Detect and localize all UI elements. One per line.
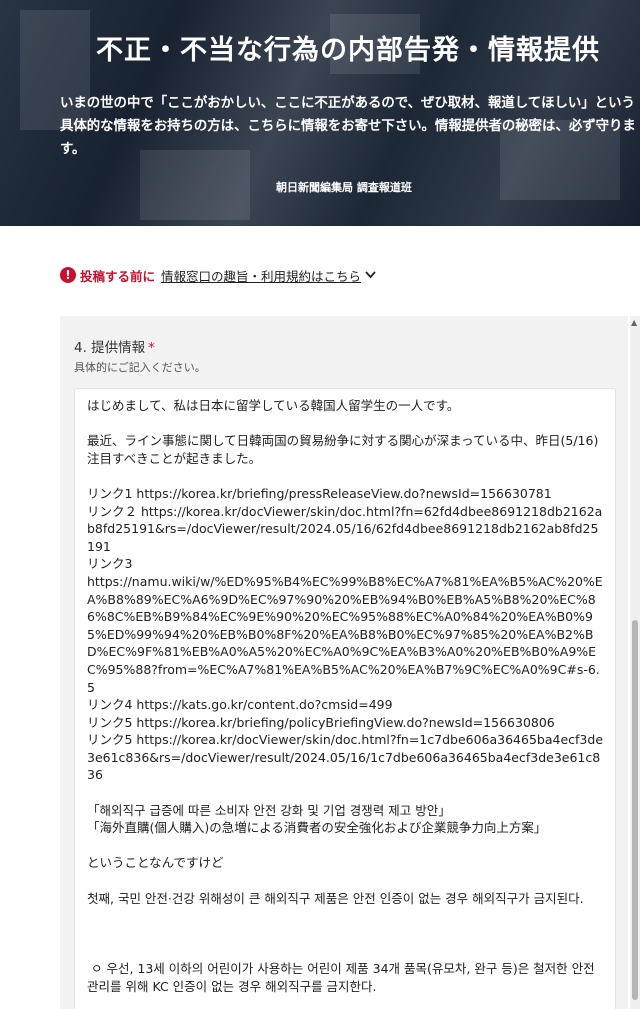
hero-credit: 朝日新聞編集局 調査報道班 xyxy=(276,181,412,194)
required-mark: * xyxy=(148,340,155,356)
hero-description: いまの世の中で「ここがおかしい、ここに不正があるので、ぜひ取材、報道してほしい」… xyxy=(60,96,636,157)
page-title: 不正・不当な行為の内部告発・情報提供 xyxy=(96,35,600,66)
question-label-text: 4. 提供情報 xyxy=(74,340,146,356)
page-scrollbar[interactable]: ▲ xyxy=(630,316,640,1009)
question-label: 4. 提供情報 * xyxy=(74,336,155,356)
exclamation-icon: ! xyxy=(60,267,76,283)
hero-banner: 不正・不当な行為の内部告発・情報提供 いまの世の中で「ここがおかしい、ここに不正… xyxy=(0,0,640,226)
question-hint: 具体的にご記入ください。 xyxy=(74,361,206,374)
chevron-down-icon[interactable] xyxy=(365,269,376,282)
notice-lead: 投稿する前に xyxy=(80,268,156,284)
scrollbar-thumb[interactable] xyxy=(632,620,638,1000)
terms-link[interactable]: 情報窓口の趣旨・利用規約はこちら xyxy=(161,266,361,285)
arrow-up-icon[interactable]: ▲ xyxy=(631,318,637,327)
notice-bar: ! 投稿する前に 情報窓口の趣旨・利用規約はこちら xyxy=(60,264,376,286)
info-textarea[interactable]: はじめまして、私は日本に留学している韓国人留学生の一人です。 最近、ライン事態に… xyxy=(74,388,616,1009)
form-question-panel: 4. 提供情報 * 具体的にご記入ください。 はじめまして、私は日本に留学している… xyxy=(60,316,628,1009)
info-textarea-value[interactable]: はじめまして、私は日本に留学している韓国人留学生の一人です。 最近、ライン事態に… xyxy=(75,389,615,995)
